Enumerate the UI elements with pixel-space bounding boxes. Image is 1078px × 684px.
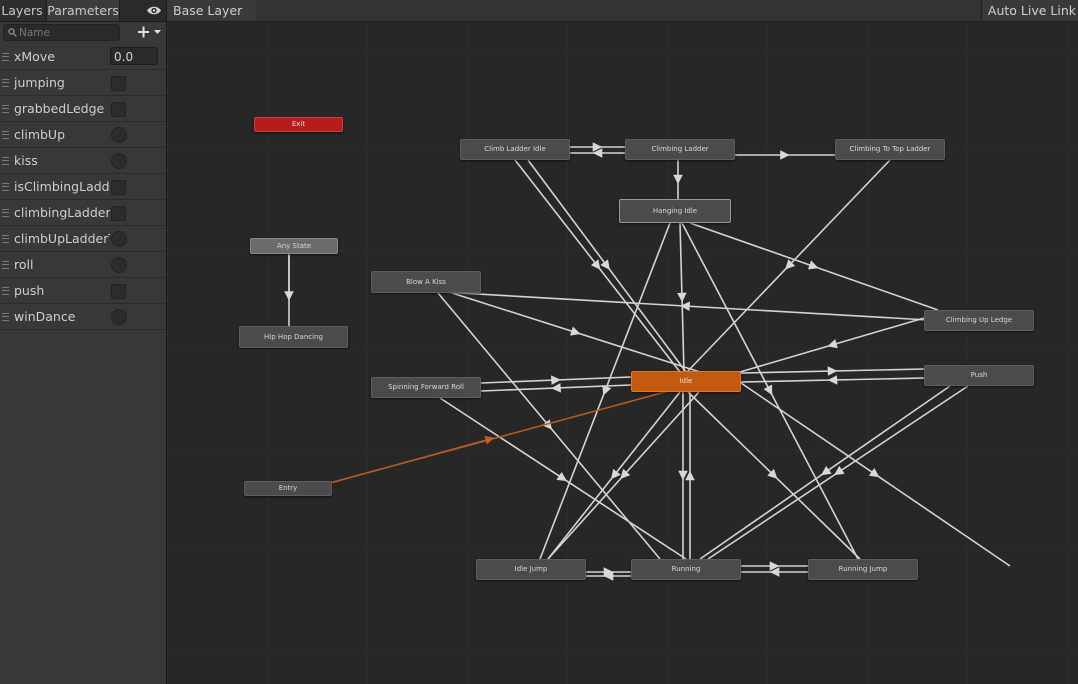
state-running[interactable]: Running [631, 559, 741, 580]
state-spinning-forward-roll[interactable]: Spinning Forward Roll [371, 377, 481, 398]
state-climbing-up-ledge[interactable]: Climbing Up Ledge [924, 310, 1034, 331]
transition-line[interactable] [740, 368, 925, 374]
state-blow-a-kiss[interactable]: Blow A Kiss [371, 271, 481, 293]
transition-line[interactable] [740, 382, 1011, 567]
state-entry[interactable]: Entry [244, 481, 332, 496]
state-climbing-ladder[interactable]: Climbing Ladder [625, 139, 735, 160]
transition-line[interactable] [679, 222, 685, 373]
graph-header: Base Layer Auto Live Link [167, 0, 1078, 22]
transition-line[interactable] [480, 384, 632, 392]
transition-line[interactable] [514, 159, 681, 373]
transition-line[interactable] [527, 159, 687, 373]
transition-line[interactable] [699, 385, 951, 560]
state-hanging-idle[interactable]: Hanging Idle [619, 199, 731, 223]
state-default-idle[interactable]: Idle [631, 371, 741, 392]
transition-line[interactable] [707, 385, 969, 560]
transition-line[interactable] [547, 391, 681, 560]
transition-line[interactable] [439, 397, 687, 560]
state-push[interactable]: Push [924, 365, 1034, 386]
state-hip-hop-dancing[interactable]: Hip Hop Dancing [239, 326, 348, 348]
transition-line[interactable] [740, 377, 925, 383]
state-running-jump[interactable]: Running Jump [808, 559, 918, 580]
state-any-state[interactable]: Any State [250, 238, 338, 254]
state-idle-jump[interactable]: Idle Jump [476, 559, 586, 580]
state-climb-ladder-idle[interactable]: Climb Ladder Idle [460, 139, 570, 160]
transition-line[interactable] [686, 159, 891, 373]
state-climbing-to-top-ladder[interactable]: Climbing To Top Ladder [835, 139, 945, 160]
entry-transition-arrow [329, 435, 495, 484]
transition-line[interactable] [739, 317, 925, 373]
transition-line[interactable] [441, 291, 929, 321]
auto-live-link-button[interactable]: Auto Live Link [980, 0, 1078, 21]
breadcrumb-arrow [243, 0, 250, 20]
transition-line[interactable] [689, 222, 939, 311]
state-exit[interactable]: Exit [254, 117, 343, 132]
transition-layer [284, 142, 1011, 581]
